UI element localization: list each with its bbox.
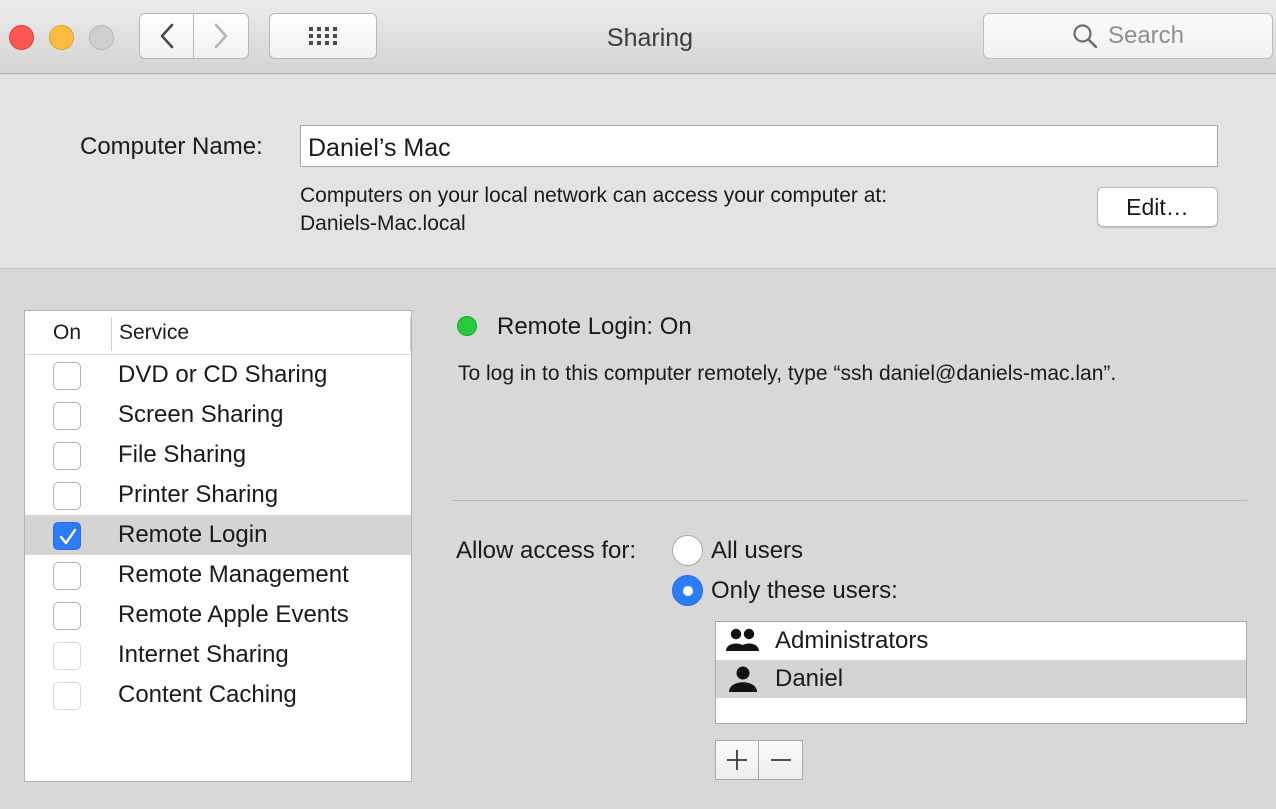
back-button[interactable] [139, 13, 194, 59]
radio-only-these-users-label[interactable]: Only these users: [711, 577, 898, 605]
allow-access-label: Allow access for: [456, 537, 637, 564]
user-name: Administrators [775, 627, 929, 654]
service-row[interactable]: Remote Login [25, 515, 411, 555]
minimize-window-button[interactable] [49, 25, 74, 50]
status-indicator [457, 316, 477, 336]
user-row[interactable]: Administrators [716, 622, 1246, 660]
service-label[interactable]: Remote Apple Events [118, 601, 349, 629]
services-rows: DVD or CD Sharing Screen Sharing File Shar… [25, 355, 411, 715]
chevron-right-icon [214, 23, 228, 49]
service-row[interactable]: Printer Sharing [25, 475, 411, 515]
computer-name-section: Computer Name: Daniel’s Mac Computers on… [0, 75, 1276, 269]
service-row[interactable]: Content Caching [25, 675, 411, 715]
column-header-service[interactable]: Service [119, 321, 189, 345]
service-checkbox [53, 642, 81, 670]
person-icon [729, 666, 757, 692]
services-list-header: On Service [25, 311, 411, 355]
local-hostname: Daniels-Mac.local [300, 212, 466, 235]
plus-icon [727, 750, 747, 770]
service-checkbox[interactable] [53, 482, 81, 510]
service-label[interactable]: Content Caching [118, 681, 297, 709]
close-window-button[interactable] [9, 25, 34, 50]
service-checkbox [53, 682, 81, 710]
service-row[interactable]: File Sharing [25, 435, 411, 475]
service-label[interactable]: Internet Sharing [118, 641, 289, 669]
service-row[interactable]: Remote Apple Events [25, 595, 411, 635]
users-list: Administrators Daniel [715, 621, 1247, 724]
computer-name-input[interactable]: Daniel’s Mac [300, 125, 1218, 167]
service-row[interactable]: Screen Sharing [25, 395, 411, 435]
service-checkbox[interactable] [53, 362, 81, 390]
column-header-on[interactable]: On [53, 321, 81, 345]
service-checkbox[interactable] [53, 562, 81, 590]
search-placeholder: Search [1107, 22, 1185, 49]
search-icon [1073, 24, 1098, 49]
service-checkbox[interactable] [53, 442, 81, 470]
service-label[interactable]: Screen Sharing [118, 401, 283, 429]
computer-name-description: Computers on your local network can acce… [300, 182, 887, 238]
service-label[interactable]: Remote Login [118, 521, 267, 549]
checkmark-icon [59, 528, 77, 545]
edit-button[interactable]: Edit… [1097, 187, 1218, 227]
zoom-window-button[interactable] [89, 25, 114, 50]
service-status: Remote Login: On [497, 313, 692, 340]
service-label[interactable]: Remote Management [118, 561, 349, 589]
service-info: To log in to this computer remotely, typ… [458, 362, 1117, 385]
show-all-button[interactable] [269, 13, 377, 59]
window-title: Sharing [606, 24, 694, 52]
user-icon-wrap [726, 665, 760, 698]
remove-user-button[interactable] [759, 740, 803, 780]
service-label[interactable]: DVD or CD Sharing [118, 361, 327, 389]
service-row[interactable]: Remote Management [25, 555, 411, 595]
service-checkbox[interactable] [53, 402, 81, 430]
column-divider [410, 317, 411, 351]
computer-name-description-line1: Computers on your local network can acce… [300, 184, 888, 207]
computer-name-label: Computer Name: [80, 133, 263, 160]
service-label[interactable]: Printer Sharing [118, 481, 278, 509]
services-list: On Service DVD or CD Sharing Screen Shari… [24, 310, 412, 782]
service-row[interactable]: Internet Sharing [25, 635, 411, 675]
service-checkbox[interactable] [53, 522, 81, 550]
radio-all-users[interactable] [672, 535, 703, 566]
radio-only-these-users[interactable] [672, 575, 703, 606]
minus-icon [770, 759, 791, 761]
search-field[interactable]: Search [983, 13, 1273, 59]
window-toolbar: Sharing Search [0, 0, 1276, 74]
user-icon-wrap [726, 627, 760, 658]
column-divider [111, 317, 112, 351]
user-name: Daniel [775, 665, 844, 692]
add-user-button[interactable] [715, 740, 759, 780]
forward-button[interactable] [194, 13, 249, 59]
chevron-left-icon [160, 23, 173, 49]
grid-icon [309, 27, 337, 45]
service-row[interactable]: DVD or CD Sharing [25, 355, 411, 395]
divider [453, 500, 1247, 501]
radio-all-users-label[interactable]: All users [711, 537, 803, 565]
user-row[interactable]: Daniel [716, 660, 1246, 698]
service-label[interactable]: File Sharing [118, 441, 246, 469]
service-checkbox[interactable] [53, 602, 81, 630]
group-icon [726, 628, 759, 651]
